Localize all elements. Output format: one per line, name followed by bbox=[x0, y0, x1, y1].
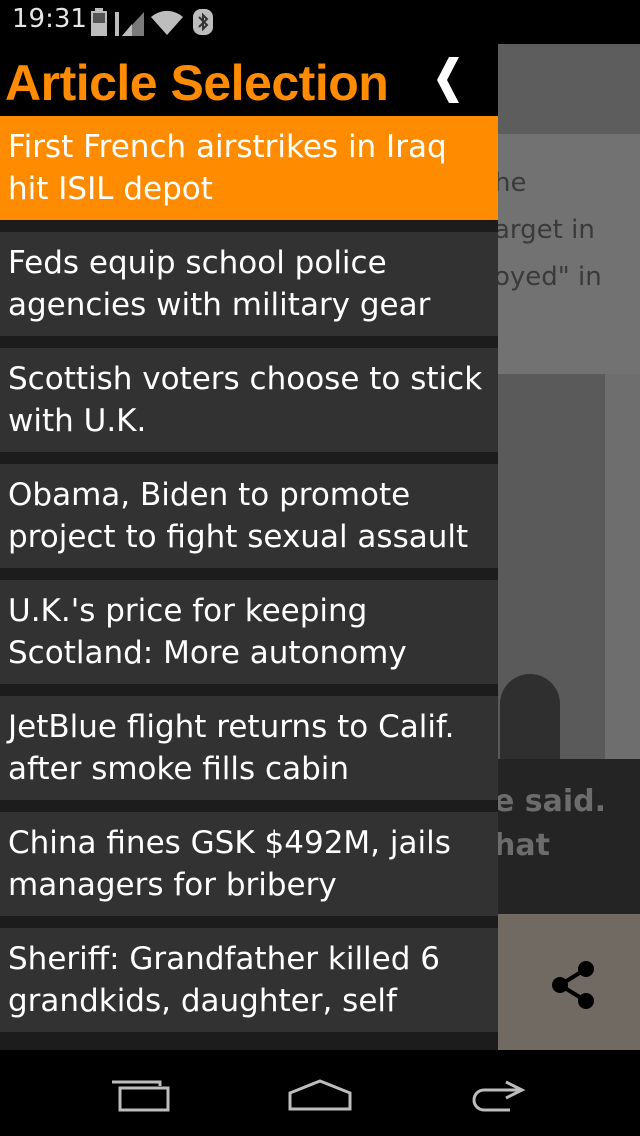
article-selection-drawer: Article Selection First French airstrike… bbox=[0, 44, 498, 1050]
status-icons bbox=[90, 8, 216, 36]
bluetooth-icon bbox=[193, 9, 213, 35]
caption-text-line: hat bbox=[494, 828, 550, 863]
back-button[interactable] bbox=[458, 1070, 538, 1120]
article-item[interactable]: JetBlue flight returns to Calif. after s… bbox=[0, 696, 498, 800]
back-icon bbox=[472, 1080, 526, 1112]
wifi-icon bbox=[151, 10, 183, 36]
drawer-header: Article Selection bbox=[0, 44, 498, 116]
signal-icon bbox=[115, 12, 144, 36]
article-text-line: arget in bbox=[494, 215, 595, 245]
article-item[interactable]: U.K.'s price for keeping Scotland: More … bbox=[0, 580, 498, 684]
close-drawer-button[interactable] bbox=[428, 52, 468, 108]
chevron-left-icon bbox=[437, 57, 459, 103]
recent-apps-button[interactable] bbox=[100, 1070, 180, 1120]
status-bar: 19:31 bbox=[0, 0, 640, 44]
article-item-selected[interactable]: First French airstrikes in Iraq hit ISIL… bbox=[0, 116, 498, 220]
recent-apps-icon bbox=[112, 1080, 170, 1112]
article-text-line: oyed" in bbox=[494, 262, 602, 292]
share-icon[interactable] bbox=[548, 959, 600, 1011]
status-time: 19:31 bbox=[12, 4, 87, 34]
drawer-title: Article Selection bbox=[5, 55, 389, 111]
battery-icon bbox=[91, 8, 107, 36]
article-item[interactable]: Sheriff: Grandfather killed 6 grandkids,… bbox=[0, 928, 498, 1032]
article-text-line: he bbox=[494, 168, 527, 198]
caption-text-line: e said. bbox=[494, 784, 607, 819]
article-item[interactable]: China fines GSK $492M, jails managers fo… bbox=[0, 812, 498, 916]
home-icon bbox=[288, 1079, 352, 1111]
article-item[interactable]: Feds equip school police agencies with m… bbox=[0, 232, 498, 336]
navigation-bar bbox=[0, 1050, 640, 1136]
article-item[interactable]: Obama, Biden to promote project to fight… bbox=[0, 464, 498, 568]
article-item[interactable]: Scottish voters choose to stick with U.K… bbox=[0, 348, 498, 452]
photo-subject bbox=[500, 674, 560, 759]
home-button[interactable] bbox=[280, 1070, 360, 1120]
article-list: First French airstrikes in Iraq hit ISIL… bbox=[0, 116, 498, 1032]
